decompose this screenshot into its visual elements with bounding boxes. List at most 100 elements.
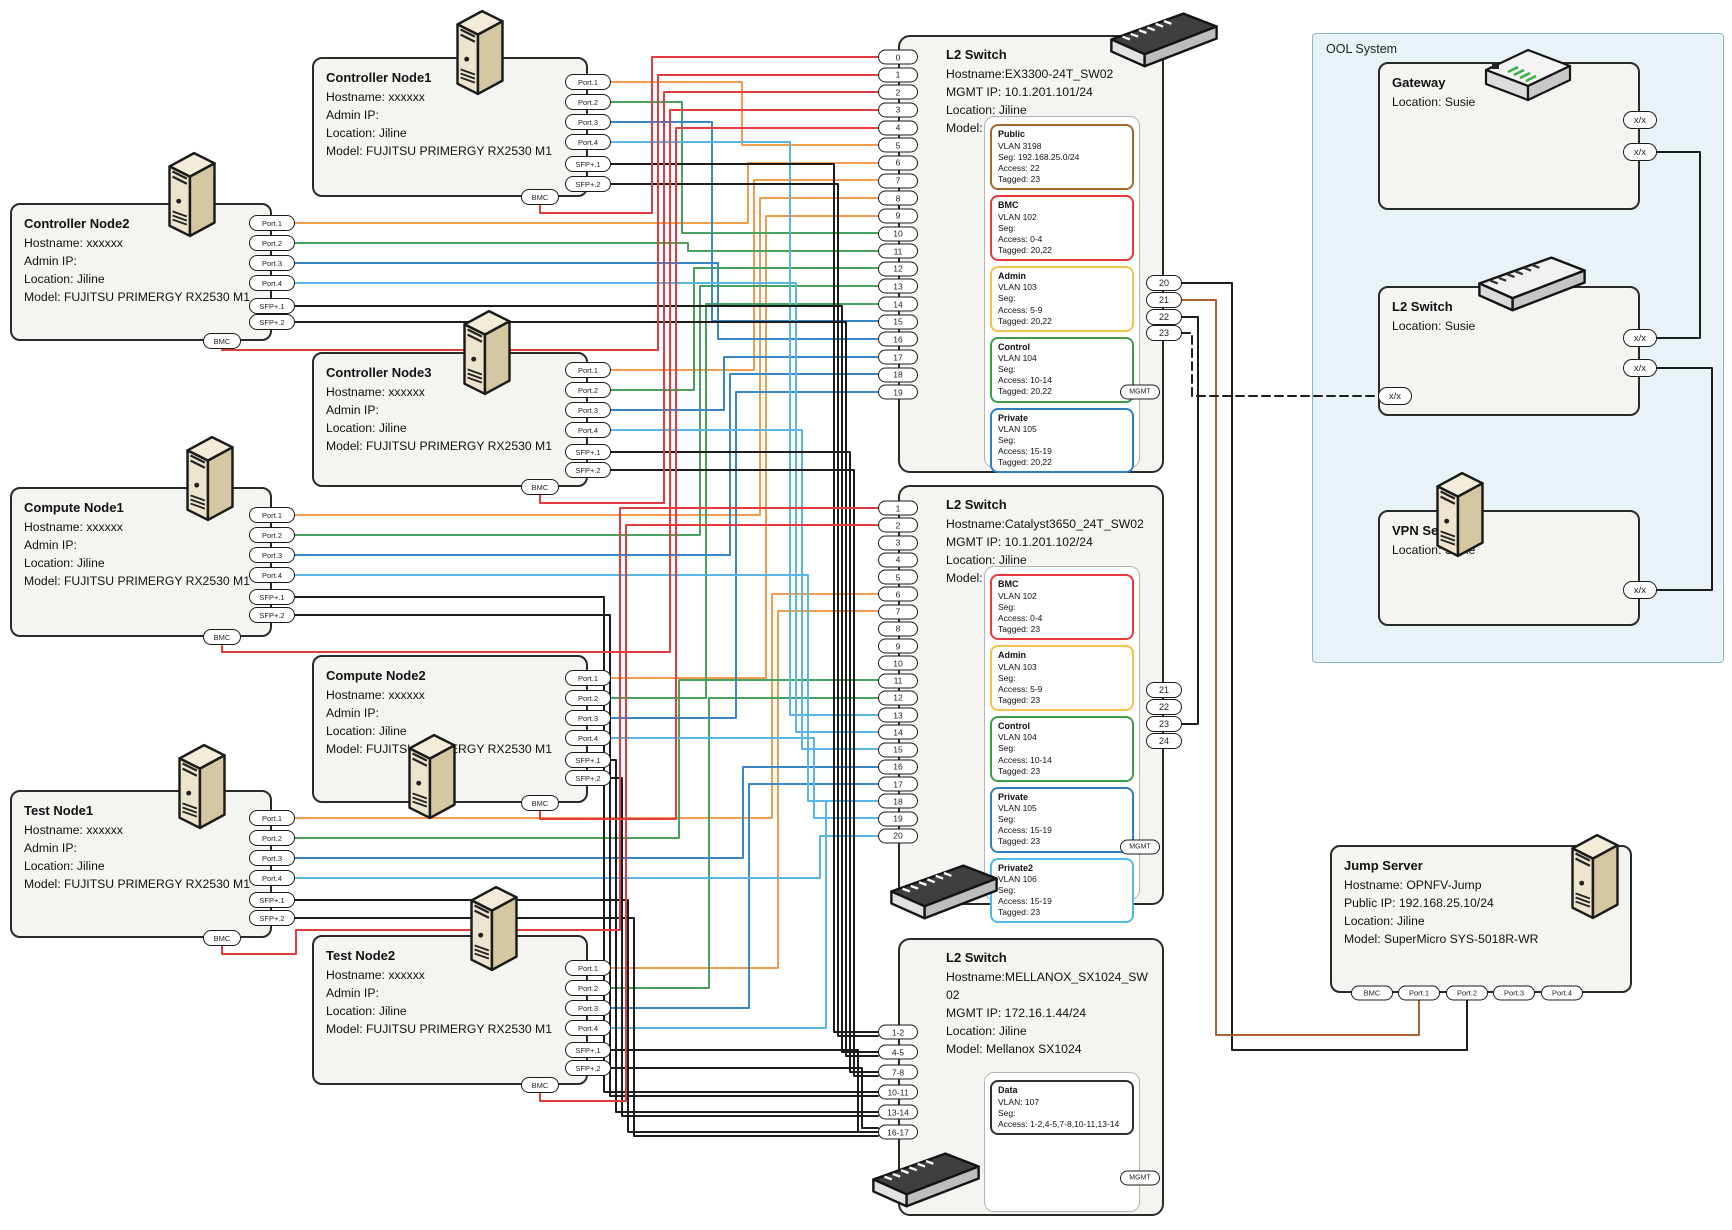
device-detail-line: Admin IP: [24, 536, 258, 554]
device-detail-line: Location: Jiline [326, 1002, 574, 1020]
port-port.4: Port.4 [565, 134, 611, 150]
port-sfp+.2: SFP+.2 [565, 1060, 611, 1076]
vlan-name: Public [998, 129, 1025, 139]
port-right-22: 22 [1146, 699, 1182, 715]
network-topology-diagram: Controller Node1Hostname: xxxxxxAdmin IP… [0, 0, 1732, 1230]
vlan-detail-line: VLAN 104 [998, 353, 1126, 364]
wire-lblue-test-node2 [611, 801, 878, 1028]
vlan-detail-line: Seg: [998, 814, 1126, 825]
vlan-container: Public VLAN 3198Seg: 192.168.25.0/24 Acces… [984, 116, 1140, 468]
vlan-detail-line: Seg: 192.168.25.0/24 [998, 152, 1126, 163]
port-right-24: 24 [1146, 733, 1182, 749]
port-left-4-5: 4-5 [878, 1045, 918, 1060]
vlan-name: BMC [998, 579, 1019, 589]
port-port.3: Port.3 [565, 402, 611, 418]
port-port.2: Port.2 [1446, 986, 1488, 1001]
wire-lblue-compute-node2 [611, 738, 878, 818]
vlan-detail-line: VLAN 106 [998, 874, 1126, 885]
port-left-9: 9 [878, 208, 918, 223]
port-right-20: 20 [1146, 275, 1182, 291]
port-left-14: 14 [878, 725, 918, 740]
wire-orange-test-node2 [611, 611, 878, 968]
port-xx: x/x [1623, 111, 1657, 129]
port-right-21: 21 [1146, 292, 1182, 308]
vlan-detail-line: Seg: [998, 1108, 1126, 1119]
vlan-name: Admin [998, 650, 1026, 660]
port-left-14: 14 [878, 297, 918, 312]
vlan-private: PrivateVLAN 105Seg:Access: 15-19Tagged: … [990, 787, 1134, 853]
port-port.1: Port.1 [249, 215, 295, 231]
port-bmc: BMC [1351, 986, 1393, 1001]
wire-black-controller-node1 [611, 184, 878, 1036]
server-icon [462, 882, 526, 974]
port-bmc: BMC [521, 189, 559, 205]
device-detail-line: Location: Jiline [326, 419, 574, 437]
port-right-22: 22 [1146, 309, 1182, 325]
device-title: L2 Switch [946, 496, 1154, 515]
port-port.4: Port.4 [565, 1020, 611, 1036]
port-port.4: Port.4 [565, 422, 611, 438]
port-left-15: 15 [878, 742, 918, 757]
device-title: Test Node2 [326, 947, 574, 966]
device-info: Controller Node2Hostname: xxxxxxAdmin IP… [12, 205, 270, 339]
wire-black-test-node2 [611, 1050, 878, 1132]
port-left-6: 6 [878, 587, 918, 602]
port-xx: x/x [1378, 387, 1412, 405]
port-sfp+.1: SFP+.1 [565, 1042, 611, 1058]
vlan-detail-line: VLAN 3198 [998, 141, 1126, 152]
wire-orange-controller-node3 [611, 180, 878, 370]
device-title: Compute Node2 [326, 667, 574, 686]
ool-system-label: OOL System [1326, 42, 1397, 56]
port-left-12: 12 [878, 690, 918, 705]
port-left-13: 13 [878, 279, 918, 294]
port-sfp+.1: SFP+.1 [565, 752, 611, 768]
port-xx: x/x [1623, 581, 1657, 599]
vlan-detail-line: Seg: [998, 743, 1126, 754]
vlan-detail-line: Tagged: 23 [998, 907, 1126, 918]
device-detail-line: Admin IP: [326, 704, 574, 722]
vlan-detail-line: Access: 0-4 [998, 613, 1126, 624]
vlan-detail-line: VLAN 105 [998, 803, 1126, 814]
vlan-detail-line: Tagged: 23 [998, 766, 1126, 777]
port-sfp+.1: SFP+.1 [249, 589, 295, 605]
port-port.2: Port.2 [249, 830, 295, 846]
port-left-3: 3 [878, 102, 918, 117]
port-xx: x/x [1623, 359, 1657, 377]
device-detail-line: Model: FUJITSU PRIMERGY RX2530 M1 [24, 572, 258, 590]
port-bmc: BMC [203, 629, 241, 645]
port-left-9: 9 [878, 639, 918, 654]
device-detail-line: Model: FUJITSU PRIMERGY RX2530 M1 [24, 875, 258, 893]
server-icon [170, 740, 234, 832]
vlan-detail-line: Access: 10-14 [998, 375, 1126, 386]
port-port.3: Port.3 [249, 255, 295, 271]
port-left-2: 2 [878, 518, 918, 533]
vlan-bmc: BMCVLAN 102Seg:Access: 0-4Tagged: 20,22 [990, 195, 1134, 261]
device-detail-line: Model: FUJITSU PRIMERGY RX2530 M1 [326, 142, 574, 160]
wire-bmc-2 [540, 92, 878, 503]
port-sfp+.1: SFP+.1 [565, 444, 611, 460]
server-icon [455, 306, 519, 398]
vlan-container: DataVLAN: 107Seg:Access: 1-2,4-5,7-8,10-… [984, 1072, 1140, 1212]
wire-green-compute-node2 [611, 304, 878, 698]
port-left-10: 10 [878, 656, 918, 671]
port-port.2: Port.2 [565, 382, 611, 398]
port-port.3: Port.3 [565, 1000, 611, 1016]
vlan-detail-line: Seg: [998, 435, 1126, 446]
vlan-detail-line: Access: 15-19 [998, 446, 1126, 457]
vlan-public: PublicVLAN 3198Seg: 192.168.25.0/24Acces… [990, 124, 1134, 190]
vlan-name: Control [998, 721, 1030, 731]
device-detail-line: Admin IP: [326, 106, 574, 124]
device-info: VPN ServerLocation: Susie [1380, 512, 1638, 624]
vlan-admin: AdminVLAN 103Seg:Access: 5-9Tagged: 20,2… [990, 266, 1134, 332]
port-bmc: BMC [521, 795, 559, 811]
wire-green-controller-node1 [611, 102, 878, 233]
device-detail-line: Model: Mellanox SX1024 [946, 1040, 1154, 1058]
vlan-detail-line: Access: 5-9 [998, 684, 1126, 695]
server-icon [1428, 468, 1492, 560]
port-right-23: 23 [1146, 325, 1182, 341]
vlan-name: Control [998, 342, 1030, 352]
server-icon [448, 6, 512, 98]
port-port.4: Port.4 [249, 870, 295, 886]
port-right-23: 23 [1146, 716, 1182, 732]
vlan-detail-line: Seg: [998, 602, 1126, 613]
